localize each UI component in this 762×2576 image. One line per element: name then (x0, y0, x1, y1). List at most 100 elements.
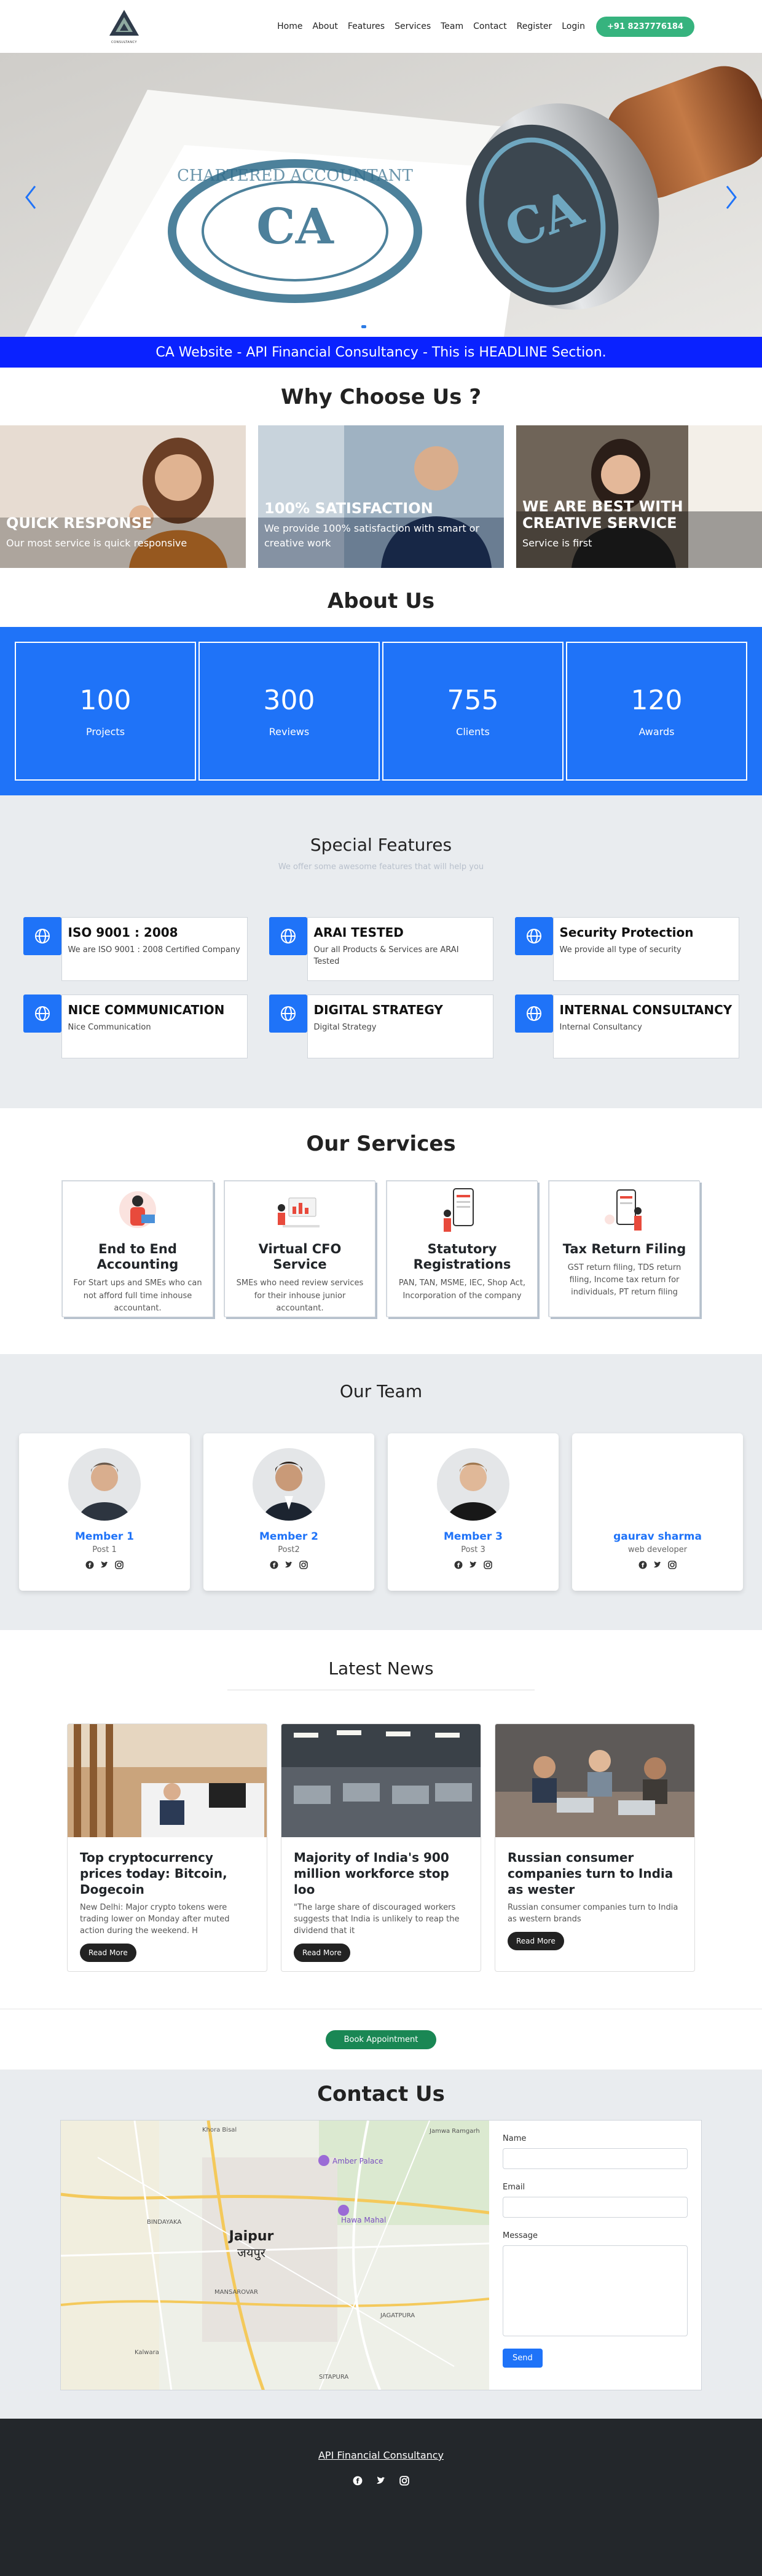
feature-title: ARAI TESTED (313, 925, 404, 940)
map-area-label: SITAPURA (319, 2374, 348, 2381)
carousel-indicator-3[interactable] (379, 325, 383, 328)
about-title: About Us (327, 589, 435, 613)
nav-link-login[interactable]: Login (557, 22, 590, 31)
svg-text:f: f (88, 1562, 92, 1569)
email-field[interactable] (503, 2197, 688, 2218)
instagram-icon[interactable] (668, 1561, 677, 1569)
nav-link-team[interactable]: Team (436, 22, 468, 31)
why-card-title: 100% SATISFACTION (264, 500, 433, 518)
team-member-card: Member 1 Post 1 f (19, 1433, 190, 1591)
team-member-card: Member 2 Post2 f (203, 1433, 374, 1591)
twitter-icon[interactable] (469, 1561, 477, 1569)
hero-ring-text: CHARTERED ACCOUNTANT (177, 167, 413, 185)
book-appointment-button[interactable]: Book Appointment (325, 2030, 437, 2049)
twitter-icon[interactable] (285, 1561, 293, 1569)
twitter-icon[interactable] (376, 2476, 386, 2486)
nav-link-services[interactable]: Services (390, 22, 436, 31)
facebook-icon[interactable]: f (270, 1561, 278, 1569)
map-area-label: Jamwa Ramgarh (429, 2128, 480, 2135)
nav-link-about[interactable]: About (307, 22, 342, 31)
why-card: WE ARE BEST WITH CREATIVE SERVICE Servic… (516, 425, 762, 568)
why-card: 100% SATISFACTION We provide 100% satisf… (258, 425, 504, 568)
feature-item: Security Protection We provide all type o… (514, 917, 739, 981)
map-area-label: BINDAYAKA (147, 2219, 181, 2226)
map-area-label: Kalwara (135, 2349, 159, 2356)
service-card[interactable]: End to End Accounting For Start ups and … (62, 1181, 213, 1317)
logo-mark-icon (109, 10, 139, 36)
nav-link-contact[interactable]: Contact (468, 22, 511, 31)
name-field[interactable] (503, 2148, 688, 2169)
stat-value: 120 (630, 685, 683, 716)
chevron-left-icon (25, 186, 36, 209)
facebook-icon[interactable]: f (85, 1561, 94, 1569)
globe-icon (269, 995, 307, 1033)
service-card[interactable]: Virtual CFO Service SMEs who need review… (224, 1181, 375, 1317)
message-field[interactable] (503, 2245, 688, 2336)
feature-text: Digital Strategy (313, 1023, 377, 1032)
why-card-title: WE ARE BEST WITH CREATIVE SERVICE (522, 497, 683, 532)
news-headline[interactable]: Top cryptocurrency prices today: Bitcoin… (80, 1849, 254, 1897)
svg-text:f: f (457, 1562, 460, 1569)
footer-company-link[interactable]: API Financial Consultancy (318, 2449, 444, 2461)
news-excerpt: New Delhi: Major crypto tokens were trad… (80, 1903, 230, 1936)
news-headline[interactable]: Russian consumer companies turn to India… (508, 1849, 682, 1897)
facebook-icon[interactable]: f (454, 1561, 463, 1569)
service-card[interactable]: Statutory Registrations PAN, TAN, MSME, … (387, 1181, 538, 1317)
stat-value: 100 (79, 685, 132, 716)
why-card-text: Service is first (522, 537, 592, 549)
nav-link-features[interactable]: Features (343, 22, 390, 31)
tax-illustration-icon (556, 1186, 693, 1235)
team-member-card: Member 3 Post 3 f (388, 1433, 559, 1591)
site-logo[interactable]: CONSULTANCY (104, 9, 144, 44)
feature-title: Security Protection (559, 925, 694, 940)
carousel-indicator-1[interactable] (361, 325, 366, 328)
feature-title: DIGITAL STRATEGY (313, 1002, 443, 1017)
features-title: Special Features (310, 835, 452, 855)
feature-item: DIGITAL STRATEGY Digital Strategy (269, 995, 493, 1058)
hero-stamp-image: CA CHARTERED ACCOUNTANT CA (0, 53, 762, 337)
twitter-icon[interactable] (653, 1561, 662, 1569)
feature-title: ISO 9001 : 2008 (68, 925, 178, 940)
carousel-indicator-4[interactable] (387, 325, 392, 328)
map-area-label: Khora Bisal (202, 2127, 237, 2133)
appointment-bar: Book Appointment (0, 2009, 762, 2070)
send-button[interactable]: Send (503, 2349, 543, 2368)
stat-label: Awards (638, 726, 675, 738)
globe-icon (269, 917, 307, 955)
message-label: Message (503, 2231, 538, 2240)
facebook-icon[interactable]: f (638, 1561, 647, 1569)
map-poi-label: Amber Palace (332, 2157, 383, 2165)
read-more-button[interactable]: Read More (508, 1931, 564, 1950)
chevron-right-icon (726, 186, 737, 209)
accounting-illustration-icon (69, 1186, 206, 1235)
nav-link-register[interactable]: Register (512, 22, 557, 31)
carousel-next-button[interactable] (719, 179, 744, 216)
news-headline[interactable]: Majority of India's 900 million workforc… (294, 1849, 468, 1897)
nav-menu: Home About Features Services Team Contac… (272, 16, 694, 37)
read-more-button[interactable]: Read More (294, 1943, 350, 1962)
news-card: Russian consumer companies turn to India… (495, 1723, 695, 1972)
news-title: Latest News (328, 1658, 434, 1679)
twitter-icon[interactable] (100, 1561, 109, 1569)
map-embed[interactable]: Jaipur जयपुर Amber Palace Hawa Mahal BIN… (61, 2121, 489, 2390)
read-more-button[interactable]: Read More (80, 1943, 136, 1962)
instagram-icon[interactable] (484, 1561, 492, 1569)
instagram-icon[interactable] (299, 1561, 308, 1569)
instagram-icon[interactable] (399, 2476, 409, 2486)
instagram-icon[interactable] (115, 1561, 124, 1569)
service-title: Virtual CFO Service (258, 1242, 342, 1272)
map-area-label: JAGATPURA (380, 2312, 415, 2319)
why-choose-section: Why Choose Us ? QUICK RESPONSE Our most … (0, 368, 762, 568)
service-card[interactable]: Tax Return Filing GST return filing, TDS… (549, 1181, 700, 1317)
facebook-icon[interactable]: f (353, 2476, 363, 2486)
member-post: Post 3 (461, 1545, 485, 1554)
phone-button[interactable]: +91 8237776184 (596, 16, 694, 37)
carousel-indicator-2[interactable] (370, 325, 375, 328)
carousel-prev-button[interactable] (18, 179, 43, 216)
team-title: Our Team (339, 1381, 423, 1401)
news-image (281, 1724, 481, 1837)
service-title: End to End Accounting (96, 1242, 179, 1272)
carousel-indicator-5[interactable] (396, 325, 401, 328)
nav-link-home[interactable]: Home (272, 22, 307, 31)
carousel-indicators (0, 325, 762, 328)
